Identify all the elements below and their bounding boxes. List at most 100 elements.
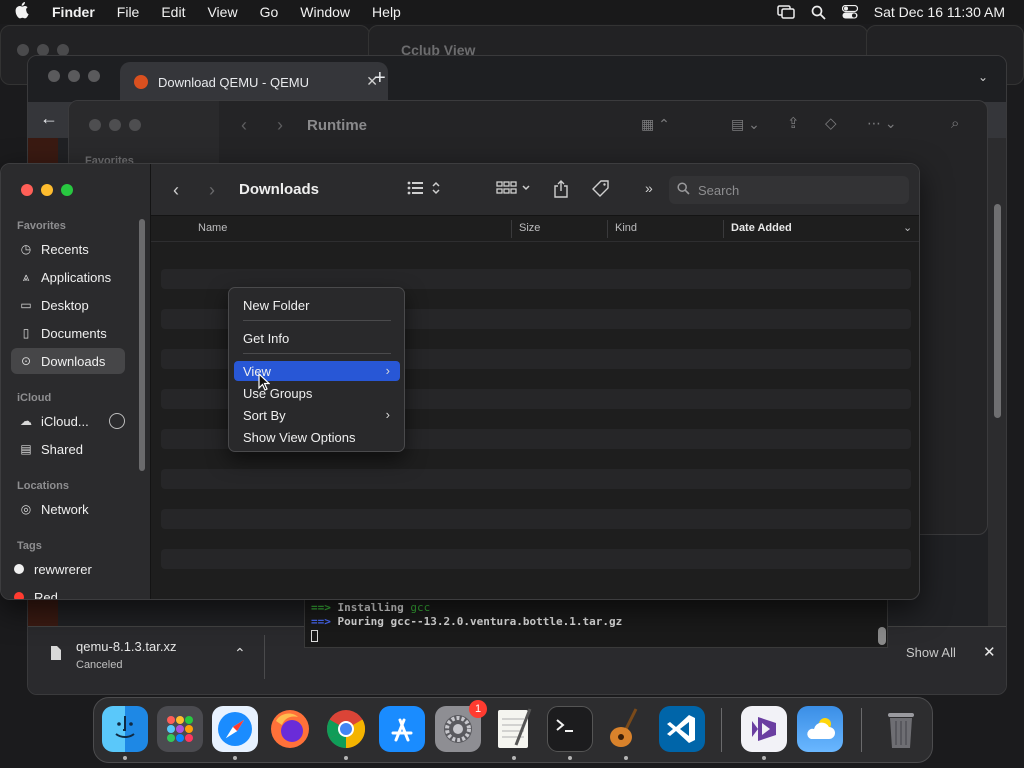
textedit-icon (498, 708, 532, 748)
empty-list-row[interactable] (161, 469, 911, 489)
sidebar-item-desktop[interactable]: ▭ Desktop (11, 292, 125, 318)
close-download-bar-icon[interactable]: ✕ (983, 643, 996, 661)
context-menu-sort-by[interactable]: Sort By › (234, 405, 400, 425)
terminal-line-1: ==> Installing gcc (311, 601, 431, 614)
dock-safari[interactable] (212, 706, 258, 752)
column-name[interactable]: Name (198, 222, 227, 234)
more-toolbar-items-icon[interactable]: » (645, 180, 653, 196)
sort-descending-chevron-icon[interactable]: ⌄ (903, 221, 912, 234)
context-menu-get-info[interactable]: Get Info (234, 328, 400, 348)
sidebar-item-shared[interactable]: ▤ Shared (11, 436, 125, 462)
runtime-share-icon[interactable]: ⇪ (787, 114, 800, 132)
sidebar-item-recents[interactable]: ◷ Recents (11, 236, 125, 262)
weather-cloud-sun-icon (807, 718, 835, 739)
sidebar-item-documents[interactable]: ▯ Documents (11, 320, 125, 346)
empty-list-row[interactable] (161, 549, 911, 569)
page-scrollbar[interactable] (994, 204, 1001, 418)
menu-file[interactable]: File (106, 4, 151, 20)
sidebar-item-network[interactable]: ◎ Network (11, 496, 125, 522)
zoom-window-icon[interactable] (88, 70, 100, 82)
column-date-added[interactable]: Date Added (731, 222, 792, 234)
context-menu-label: Sort By (243, 407, 286, 423)
dock-textedit[interactable] (491, 706, 537, 752)
zoom-window-icon[interactable] (61, 184, 73, 196)
runtime-group-icon[interactable]: ▤ ⌄ (731, 116, 760, 133)
column-divider[interactable] (511, 220, 512, 238)
terminal-window[interactable]: ==> Installing gcc ==> Pouring gcc--13.2… (304, 598, 888, 648)
show-all-downloads-button[interactable]: Show All (906, 645, 956, 660)
tab-search-chevron-icon[interactable]: ⌄ (978, 70, 988, 84)
dock-chrome[interactable] (323, 706, 369, 752)
sidebar-item-downloads[interactable]: ⊙ Downloads (11, 348, 125, 374)
sidebar-tag-rewwrerer[interactable]: rewwrerer (11, 556, 125, 582)
launchpad-grid-icon (167, 716, 193, 742)
control-center-icon[interactable] (841, 5, 858, 19)
menu-go[interactable]: Go (249, 4, 290, 20)
menu-view[interactable]: View (196, 4, 248, 20)
finder-sidebar: Favorites ◷ Recents ⩓ Applications ▭ Des… (1, 164, 151, 599)
terminal-scrollbar[interactable] (878, 627, 886, 645)
search-field[interactable]: Search (669, 176, 909, 204)
spotlight-search-icon[interactable] (811, 5, 826, 20)
dock-trash[interactable] (878, 706, 924, 752)
screen-mirroring-icon[interactable] (776, 5, 795, 19)
download-file-name[interactable]: qemu-8.1.3.tar.xz (76, 639, 176, 654)
dock: 1 (93, 697, 933, 763)
menu-help[interactable]: Help (361, 4, 412, 20)
apple-menu-icon[interactable] (0, 1, 44, 23)
dock-terminal[interactable] (547, 706, 593, 752)
context-menu-show-view-options[interactable]: Show View Options (234, 427, 400, 447)
column-divider[interactable] (607, 220, 608, 238)
minimize-window-icon[interactable] (68, 70, 80, 82)
menu-app-name[interactable]: Finder (44, 4, 106, 20)
menu-clock[interactable]: Sat Dec 16 11:30 AM (874, 4, 1005, 20)
runtime-more-icon[interactable]: ⋯ ⌄ (867, 115, 897, 132)
column-divider[interactable] (723, 220, 724, 238)
dock-system-settings[interactable]: 1 (435, 700, 487, 752)
window-title: Downloads (239, 181, 320, 198)
runtime-back-icon[interactable]: ‹ (241, 115, 247, 136)
runtime-forward-icon[interactable]: › (277, 115, 283, 136)
runtime-view-icon[interactable]: ▦ ⌃ (641, 116, 670, 133)
group-by-icon[interactable] (496, 180, 532, 200)
back-arrow-icon[interactable]: ← (40, 108, 58, 129)
dock-weather[interactable] (797, 706, 843, 752)
running-indicator (568, 756, 572, 760)
dock-app-store[interactable] (379, 706, 425, 752)
firefox-icon (271, 710, 309, 748)
sidebar-item-icloud-drive[interactable]: ☁ iCloud... (11, 408, 125, 434)
desktop-icon: ▭ (20, 298, 32, 312)
sidebar-scrollbar[interactable] (139, 219, 145, 471)
context-menu-new-folder[interactable]: New Folder (234, 295, 400, 315)
runtime-search-icon[interactable]: ⌕ (951, 115, 959, 132)
dock-garageband[interactable] (603, 706, 649, 752)
sidebar-tag-red[interactable]: Red (11, 584, 125, 599)
sidebar-item-applications[interactable]: ⩓ Applications (11, 264, 125, 290)
list-view-icon[interactable] (407, 180, 443, 200)
menu-window[interactable]: Window (289, 4, 361, 20)
forward-chevron-icon[interactable]: › (209, 180, 215, 201)
dock-vscode[interactable] (659, 706, 705, 752)
dock-finder[interactable] (102, 706, 148, 752)
download-options-chevron-icon[interactable]: ⌃ (234, 645, 246, 662)
running-indicator (344, 756, 348, 760)
new-tab-icon[interactable]: + (374, 67, 386, 90)
close-window-icon[interactable] (21, 184, 33, 196)
dock-visual-studio[interactable] (741, 706, 787, 752)
share-icon[interactable] (553, 180, 569, 202)
menu-edit[interactable]: Edit (150, 4, 196, 20)
runtime-tag-icon[interactable]: ◇ (825, 114, 837, 132)
column-kind[interactable]: Kind (615, 222, 637, 234)
browser-tab[interactable]: Download QEMU - QEMU ✕ (120, 62, 388, 102)
sidebar-section-favorites: Favorites (17, 220, 66, 232)
sidebar-item-label: Shared (41, 441, 83, 457)
tag-icon[interactable] (592, 180, 610, 202)
back-chevron-icon[interactable]: ‹ (173, 180, 179, 201)
column-size[interactable]: Size (519, 222, 540, 234)
dock-launchpad[interactable] (157, 706, 203, 752)
dock-firefox[interactable] (267, 706, 313, 752)
close-window-icon[interactable] (48, 70, 60, 82)
empty-list-row[interactable] (161, 269, 911, 289)
empty-list-row[interactable] (161, 509, 911, 529)
minimize-window-icon[interactable] (41, 184, 53, 196)
